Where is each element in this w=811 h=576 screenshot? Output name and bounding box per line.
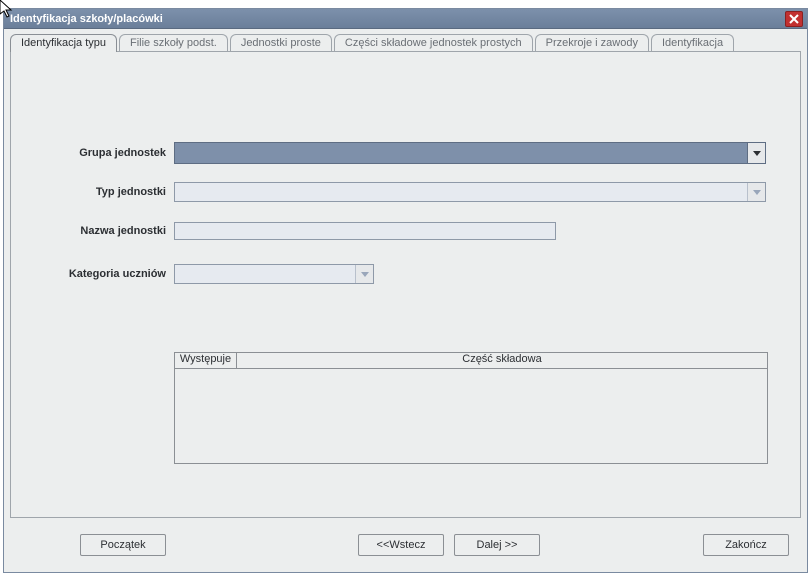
row-kategoria-uczniow: Kategoria uczniów xyxy=(29,264,374,284)
close-button[interactable] xyxy=(785,11,803,27)
input-nazwa-jednostki[interactable] xyxy=(174,222,556,240)
table-header: Występuje Część składowa xyxy=(175,353,767,369)
tab-label: Filie szkoły podst. xyxy=(130,37,217,49)
window-title: Identyfikacja szkoły/placówki xyxy=(10,13,785,25)
tab-jednostki-proste[interactable]: Jednostki proste xyxy=(230,34,332,52)
dropdown-button[interactable] xyxy=(747,183,765,201)
finish-button[interactable]: Zakończ xyxy=(703,534,789,556)
dropdown-button[interactable] xyxy=(747,143,765,163)
row-typ-jednostki: Typ jednostki xyxy=(29,182,766,202)
dropdown-grupa-jednostek[interactable] xyxy=(174,142,766,164)
tab-label: Identyfikacja xyxy=(662,37,723,49)
tab-content: Grupa jednostek Typ jednostki xyxy=(10,51,801,518)
tab-przekroje-zawody[interactable]: Przekroje i zawody xyxy=(535,34,649,52)
chevron-down-icon xyxy=(361,272,369,277)
components-table: Występuje Część składowa xyxy=(174,352,768,464)
tab-label: Części składowe jednostek prostych xyxy=(345,37,522,49)
button-label: Zakończ xyxy=(725,539,767,551)
column-wystepuje: Występuje xyxy=(175,353,237,368)
titlebar: Identyfikacja szkoły/placówki xyxy=(4,9,807,29)
button-label: Początek xyxy=(100,539,145,551)
dropdown-field xyxy=(175,183,747,201)
tab-label: Identyfikacja typu xyxy=(21,37,106,49)
tab-label: Jednostki proste xyxy=(241,37,321,49)
label-grupa-jednostek: Grupa jednostek xyxy=(29,147,174,159)
tab-filie-szkoly-podst[interactable]: Filie szkoły podst. xyxy=(119,34,228,52)
dropdown-field xyxy=(175,143,747,163)
tab-czesci-skladowe[interactable]: Części składowe jednostek prostych xyxy=(334,34,533,52)
next-button[interactable]: Dalej >> xyxy=(454,534,540,556)
start-button[interactable]: Początek xyxy=(80,534,166,556)
tab-identyfikacja[interactable]: Identyfikacja xyxy=(651,34,734,52)
chevron-down-icon xyxy=(753,190,761,195)
label-typ-jednostki: Typ jednostki xyxy=(29,186,174,198)
dropdown-button[interactable] xyxy=(355,265,373,283)
button-label: <<Wstecz xyxy=(377,539,426,551)
chevron-down-icon xyxy=(753,151,761,156)
tab-bar: Identyfikacja typu Filie szkoły podst. J… xyxy=(4,29,807,51)
back-button[interactable]: <<Wstecz xyxy=(358,534,444,556)
tab-label: Przekroje i zawody xyxy=(546,37,638,49)
button-label: Dalej >> xyxy=(477,539,518,551)
column-czesc-skladowa: Część składowa xyxy=(237,353,767,368)
dropdown-field xyxy=(175,265,355,283)
dialog-window: Identyfikacja szkoły/placówki Identyfika… xyxy=(3,8,808,573)
wizard-footer: Początek <<Wstecz Dalej >> Zakończ xyxy=(10,524,801,566)
tab-identyfikacja-typu[interactable]: Identyfikacja typu xyxy=(10,34,117,52)
row-nazwa-jednostki: Nazwa jednostki xyxy=(29,222,556,240)
label-kategoria-uczniow: Kategoria uczniów xyxy=(29,268,174,280)
label-nazwa-jednostki: Nazwa jednostki xyxy=(29,225,174,237)
dropdown-typ-jednostki[interactable] xyxy=(174,182,766,202)
row-grupa-jednostek: Grupa jednostek xyxy=(29,142,766,164)
dropdown-kategoria-uczniow[interactable] xyxy=(174,264,374,284)
close-icon xyxy=(789,14,799,24)
